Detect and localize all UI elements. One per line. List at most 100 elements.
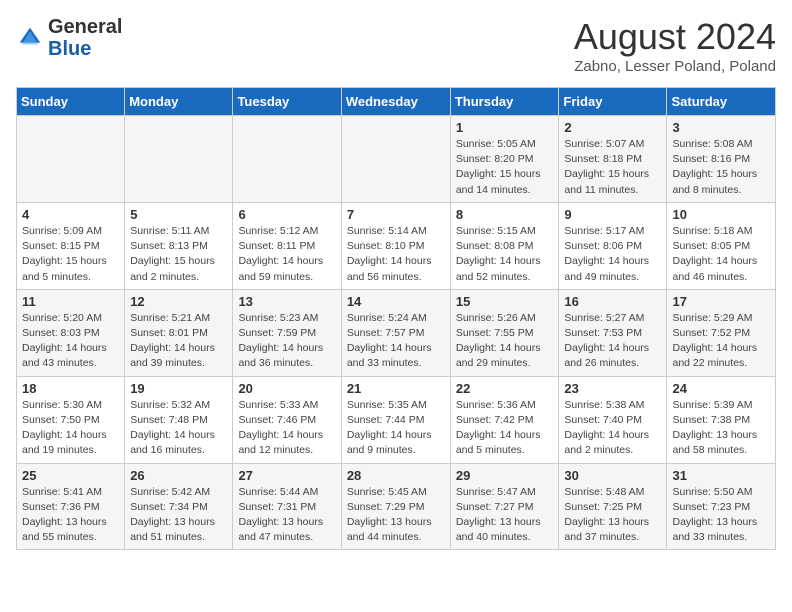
- logo-icon: [16, 24, 44, 52]
- day-info: Sunrise: 5:05 AMSunset: 8:20 PMDaylight:…: [456, 137, 554, 198]
- calendar-cell: 16 Sunrise: 5:27 AMSunset: 7:53 PMDayligh…: [559, 289, 667, 376]
- calendar-week-3: 11 Sunrise: 5:20 AMSunset: 8:03 PMDayligh…: [17, 289, 776, 376]
- calendar-cell: 20 Sunrise: 5:33 AMSunset: 7:46 PMDayligh…: [233, 376, 341, 463]
- day-number: 10: [672, 207, 770, 222]
- calendar-cell: 12Sunrise: 5:21 AMSunset: 8:01 PMDayligh…: [125, 289, 233, 376]
- day-info: Sunrise: 5:41 AMSunset: 7:36 PMDaylight:…: [22, 485, 119, 546]
- calendar-cell: 9Sunrise: 5:17 AMSunset: 8:06 PMDaylight…: [559, 202, 667, 289]
- day-info: Sunrise: 5:26 AMSunset: 7:55 PMDaylight:…: [456, 311, 554, 372]
- day-number: 24: [672, 381, 770, 396]
- day-number: 27: [238, 468, 335, 483]
- calendar-cell: 5 Sunrise: 5:11 AMSunset: 8:13 PMDaylight…: [125, 202, 233, 289]
- day-number: 4: [22, 207, 119, 222]
- day-number: 19: [130, 381, 227, 396]
- calendar-cell: 31Sunrise: 5:50 AMSunset: 7:23 PMDayligh…: [667, 463, 776, 550]
- location-text: Zabno, Lesser Poland, Poland: [574, 58, 776, 75]
- calendar-cell: [341, 116, 450, 203]
- day-number: 5: [130, 207, 227, 222]
- day-number: 1: [456, 120, 554, 135]
- day-info: Sunrise: 5:11 AMSunset: 8:13 PMDaylight:…: [130, 224, 227, 285]
- day-number: 16: [564, 294, 661, 309]
- day-number: 15: [456, 294, 554, 309]
- day-info: Sunrise: 5:47 AMSunset: 7:27 PMDaylight:…: [456, 485, 554, 546]
- day-number: 12: [130, 294, 227, 309]
- day-number: 18: [22, 381, 119, 396]
- day-info: Sunrise: 5:12 AMSunset: 8:11 PMDaylight:…: [238, 224, 335, 285]
- calendar-cell: 29 Sunrise: 5:47 AMSunset: 7:27 PMDayligh…: [450, 463, 559, 550]
- day-header-sunday: Sunday: [17, 88, 125, 116]
- calendar-cell: 30 Sunrise: 5:48 AMSunset: 7:25 PMDayligh…: [559, 463, 667, 550]
- calendar-cell: 1 Sunrise: 5:05 AMSunset: 8:20 PMDaylight…: [450, 116, 559, 203]
- calendar-cell: 25 Sunrise: 5:41 AMSunset: 7:36 PMDayligh…: [17, 463, 125, 550]
- calendar-cell: 22 Sunrise: 5:36 AMSunset: 7:42 PMDayligh…: [450, 376, 559, 463]
- calendar-cell: 7Sunrise: 5:14 AMSunset: 8:10 PMDaylight…: [341, 202, 450, 289]
- calendar-cell: 13 Sunrise: 5:23 AMSunset: 7:59 PMDayligh…: [233, 289, 341, 376]
- day-header-monday: Monday: [125, 88, 233, 116]
- calendar-cell: [17, 116, 125, 203]
- day-header-tuesday: Tuesday: [233, 88, 341, 116]
- calendar-table: SundayMondayTuesdayWednesdayThursdayFrid…: [16, 87, 776, 550]
- day-info: Sunrise: 5:23 AMSunset: 7:59 PMDaylight:…: [238, 311, 335, 372]
- calendar-cell: 4 Sunrise: 5:09 AMSunset: 8:15 PMDaylight…: [17, 202, 125, 289]
- day-number: 26: [130, 468, 227, 483]
- day-number: 22: [456, 381, 554, 396]
- day-number: 7: [347, 207, 445, 222]
- logo-general: General: [48, 16, 122, 38]
- day-info: Sunrise: 5:29 AMSunset: 7:52 PMDaylight:…: [672, 311, 770, 372]
- day-info: Sunrise: 5:15 AMSunset: 8:08 PMDaylight:…: [456, 224, 554, 285]
- calendar-week-4: 18 Sunrise: 5:30 AMSunset: 7:50 PMDayligh…: [17, 376, 776, 463]
- day-info: Sunrise: 5:44 AMSunset: 7:31 PMDaylight:…: [238, 485, 335, 546]
- day-info: Sunrise: 5:36 AMSunset: 7:42 PMDaylight:…: [456, 398, 554, 459]
- day-number: 31: [672, 468, 770, 483]
- day-number: 29: [456, 468, 554, 483]
- calendar-week-5: 25 Sunrise: 5:41 AMSunset: 7:36 PMDayligh…: [17, 463, 776, 550]
- day-info: Sunrise: 5:30 AMSunset: 7:50 PMDaylight:…: [22, 398, 119, 459]
- day-number: 8: [456, 207, 554, 222]
- day-info: Sunrise: 5:48 AMSunset: 7:25 PMDaylight:…: [564, 485, 661, 546]
- day-info: Sunrise: 5:45 AMSunset: 7:29 PMDaylight:…: [347, 485, 445, 546]
- logo: General Blue: [16, 16, 122, 60]
- day-number: 30: [564, 468, 661, 483]
- day-info: Sunrise: 5:09 AMSunset: 8:15 PMDaylight:…: [22, 224, 119, 285]
- page-header: General Blue August 2024 Zabno, Lesser P…: [16, 16, 776, 75]
- calendar-cell: 15 Sunrise: 5:26 AMSunset: 7:55 PMDayligh…: [450, 289, 559, 376]
- day-info: Sunrise: 5:35 AMSunset: 7:44 PMDaylight:…: [347, 398, 445, 459]
- calendar-header-row: SundayMondayTuesdayWednesdayThursdayFrid…: [17, 88, 776, 116]
- calendar-cell: 19 Sunrise: 5:32 AMSunset: 7:48 PMDayligh…: [125, 376, 233, 463]
- day-info: Sunrise: 5:08 AMSunset: 8:16 PMDaylight:…: [672, 137, 770, 198]
- day-number: 11: [22, 294, 119, 309]
- day-header-friday: Friday: [559, 88, 667, 116]
- day-info: Sunrise: 5:18 AMSunset: 8:05 PMDaylight:…: [672, 224, 770, 285]
- calendar-cell: [233, 116, 341, 203]
- day-number: 2: [564, 120, 661, 135]
- calendar-cell: 17Sunrise: 5:29 AMSunset: 7:52 PMDayligh…: [667, 289, 776, 376]
- day-number: 14: [347, 294, 445, 309]
- day-number: 23: [564, 381, 661, 396]
- calendar-cell: 21 Sunrise: 5:35 AMSunset: 7:44 PMDayligh…: [341, 376, 450, 463]
- day-info: Sunrise: 5:38 AMSunset: 7:40 PMDaylight:…: [564, 398, 661, 459]
- calendar-cell: 27 Sunrise: 5:44 AMSunset: 7:31 PMDayligh…: [233, 463, 341, 550]
- day-number: 25: [22, 468, 119, 483]
- day-header-wednesday: Wednesday: [341, 88, 450, 116]
- day-header-saturday: Saturday: [667, 88, 776, 116]
- day-info: Sunrise: 5:24 AMSunset: 7:57 PMDaylight:…: [347, 311, 445, 372]
- day-number: 21: [347, 381, 445, 396]
- day-number: 20: [238, 381, 335, 396]
- calendar-cell: 11 Sunrise: 5:20 AMSunset: 8:03 PMDayligh…: [17, 289, 125, 376]
- calendar-cell: 26Sunrise: 5:42 AMSunset: 7:34 PMDayligh…: [125, 463, 233, 550]
- calendar-week-2: 4 Sunrise: 5:09 AMSunset: 8:15 PMDaylight…: [17, 202, 776, 289]
- day-info: Sunrise: 5:32 AMSunset: 7:48 PMDaylight:…: [130, 398, 227, 459]
- calendar-cell: 14 Sunrise: 5:24 AMSunset: 7:57 PMDayligh…: [341, 289, 450, 376]
- calendar-cell: [125, 116, 233, 203]
- day-number: 28: [347, 468, 445, 483]
- day-info: Sunrise: 5:20 AMSunset: 8:03 PMDaylight:…: [22, 311, 119, 372]
- day-number: 13: [238, 294, 335, 309]
- calendar-cell: 2Sunrise: 5:07 AMSunset: 8:18 PMDaylight…: [559, 116, 667, 203]
- calendar-week-1: 1 Sunrise: 5:05 AMSunset: 8:20 PMDaylight…: [17, 116, 776, 203]
- day-info: Sunrise: 5:27 AMSunset: 7:53 PMDaylight:…: [564, 311, 661, 372]
- day-info: Sunrise: 5:33 AMSunset: 7:46 PMDaylight:…: [238, 398, 335, 459]
- calendar-cell: 6Sunrise: 5:12 AMSunset: 8:11 PMDaylight…: [233, 202, 341, 289]
- calendar-cell: 8 Sunrise: 5:15 AMSunset: 8:08 PMDaylight…: [450, 202, 559, 289]
- calendar-cell: 28 Sunrise: 5:45 AMSunset: 7:29 PMDayligh…: [341, 463, 450, 550]
- day-header-thursday: Thursday: [450, 88, 559, 116]
